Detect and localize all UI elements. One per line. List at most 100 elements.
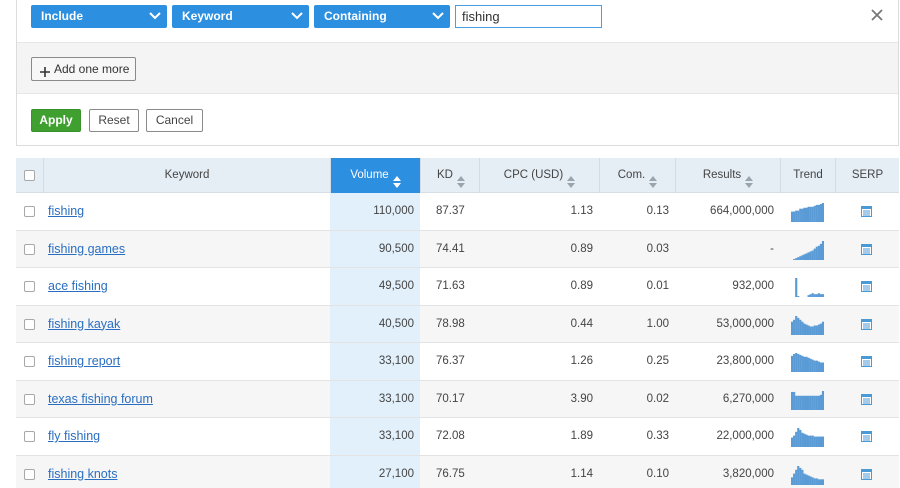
keyword-cell: ace fishing [48, 268, 108, 305]
results-cell: 22,000,000 [716, 430, 774, 442]
row-checkbox[interactable] [24, 393, 35, 405]
filter-row: Include Keyword Containing [17, 0, 898, 42]
trend-bar [809, 294, 812, 297]
keyword-link[interactable]: fishing kayak [48, 317, 120, 331]
trend-bar [819, 294, 823, 297]
trend-bar [821, 390, 824, 410]
trend-bar [815, 325, 818, 335]
keyword-link[interactable]: fishing knots [48, 467, 117, 481]
com-cell: 0.10 [646, 467, 669, 480]
add-one-more-button[interactable]: Add one more [31, 57, 136, 81]
trend-bar [795, 315, 798, 335]
trend-sparkline [791, 203, 824, 222]
trend-bar [795, 395, 798, 410]
header-results[interactable]: Results [675, 158, 780, 193]
trend-bar [817, 395, 820, 410]
header-kd-label: KD [437, 169, 453, 181]
trend-bar [811, 293, 814, 297]
trend-chart [793, 240, 824, 260]
include-select[interactable]: Include [31, 5, 167, 28]
apply-button[interactable]: Apply [31, 109, 81, 132]
trend-bar [813, 325, 816, 335]
serp-icon[interactable] [861, 318, 872, 330]
trend-bar [807, 435, 810, 447]
trend-bar [809, 435, 812, 447]
filter-panel: Include Keyword Containing Add o [16, 0, 899, 146]
trend-bar [801, 432, 804, 447]
keyword-cell: fishing kayak [48, 306, 120, 343]
cancel-button[interactable]: Cancel [146, 109, 203, 132]
sort-icon [649, 168, 658, 188]
volume-cell: 40,500 [378, 317, 414, 330]
keyword-link[interactable]: fishing [48, 204, 84, 218]
kd-cell: 74.41 [436, 242, 465, 255]
serp-icon[interactable] [861, 393, 872, 405]
trend-bar [815, 204, 818, 222]
trend-bar [811, 395, 814, 410]
serp-icon[interactable] [861, 281, 872, 292]
chevron-down-icon [148, 5, 162, 28]
cpc-cell: 1.14 [570, 467, 593, 480]
serp-icon[interactable] [861, 468, 872, 480]
header-cpc[interactable]: CPC (USD) [479, 158, 599, 193]
row-checkbox[interactable] [24, 206, 35, 217]
serp-icon[interactable] [861, 431, 872, 442]
trend-bar [819, 362, 823, 372]
keyword-cell: fishing games [48, 231, 125, 268]
keyword-cell: fly fishing [48, 418, 100, 455]
keyword-select-label: Keyword [182, 9, 233, 23]
trend-bar [811, 325, 814, 335]
trend-bar [793, 211, 796, 222]
serp-icon[interactable] [861, 243, 872, 255]
trend-bar [821, 478, 824, 485]
header-volume[interactable]: Volume [330, 158, 420, 193]
row-checkbox[interactable] [24, 318, 35, 330]
row-checkbox[interactable] [24, 243, 35, 255]
trend-chart [791, 465, 824, 485]
trend-bar [801, 469, 804, 485]
header-com-label: Com. [617, 169, 646, 181]
keyword-cell: fishing report [48, 343, 120, 380]
keyword-link[interactable]: fishing games [48, 242, 125, 256]
trend-bar [807, 295, 810, 297]
header-com[interactable]: Com. [599, 158, 675, 193]
containing-select[interactable]: Containing [314, 5, 450, 28]
header-kd[interactable]: KD [420, 158, 479, 193]
add-one-more-label: Add one more [54, 62, 130, 76]
row-checkbox[interactable] [24, 468, 35, 480]
serp-icon[interactable] [861, 356, 872, 367]
reset-button[interactable]: Reset [89, 109, 139, 132]
trend-bar [817, 478, 820, 485]
trend-bar [815, 294, 818, 297]
chevron-down-icon [431, 5, 445, 28]
results-cell: 23,800,000 [716, 355, 774, 367]
containing-select-label: Containing [324, 9, 387, 23]
trend-bar [807, 251, 810, 260]
keyword-link[interactable]: ace fishing [48, 279, 108, 293]
row-checkbox[interactable] [24, 356, 35, 367]
results-cell: 6,270,000 [722, 392, 774, 405]
table-row: fishing games 90,500 74.41 0.89 0.03 - [16, 230, 899, 268]
keyword-link[interactable]: fishing report [48, 354, 120, 368]
select-all-checkbox[interactable] [24, 170, 35, 181]
trend-sparkline [791, 428, 824, 447]
header-keyword[interactable]: Keyword [43, 158, 330, 193]
volume-cell: 49,500 [378, 280, 414, 292]
trend-bar [791, 355, 794, 372]
trend-bar [813, 248, 816, 260]
keyword-link[interactable]: texas fishing forum [48, 392, 153, 406]
header-select-all-cell [16, 158, 43, 193]
trend-bar [803, 356, 806, 372]
trend-bar [819, 436, 823, 447]
keyword-link[interactable]: fly fishing [48, 429, 100, 443]
volume-cell: 90,500 [378, 242, 414, 255]
serp-icon[interactable] [861, 206, 872, 217]
filter-value-input[interactable] [455, 5, 602, 28]
keyword-select[interactable]: Keyword [172, 5, 309, 28]
close-icon[interactable] [870, 8, 884, 22]
cpc-cell: 1.26 [570, 355, 593, 367]
trend-bar [819, 203, 823, 222]
trend-bar [805, 395, 808, 410]
row-checkbox[interactable] [24, 281, 35, 292]
row-checkbox[interactable] [24, 431, 35, 442]
